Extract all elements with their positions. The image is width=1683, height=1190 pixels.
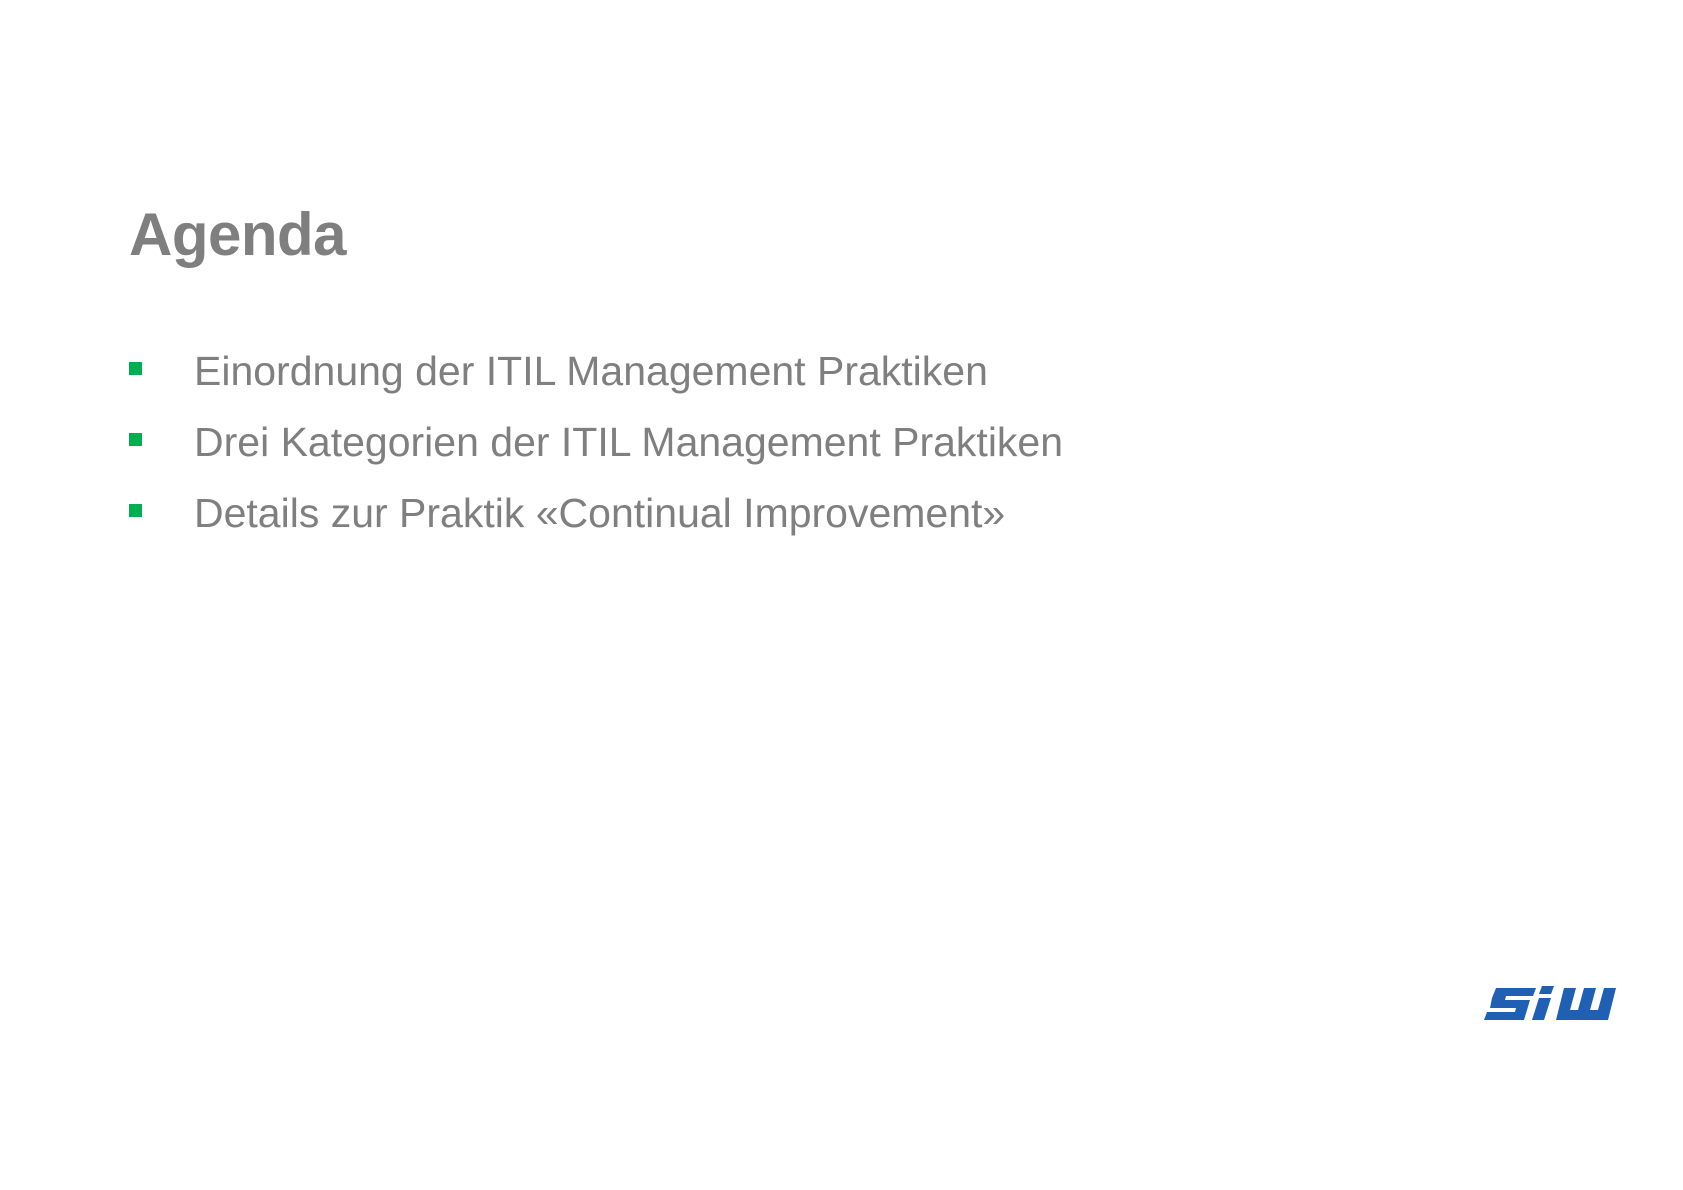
agenda-item: Drei Kategorien der ITIL Management Prak… [129,406,1063,477]
siw-logo-graphic [1484,986,1616,1020]
agenda-item: Details zur Praktik «Continual Improveme… [129,477,1063,548]
square-bullet-icon [129,504,142,517]
agenda-item-label: Details zur Praktik «Continual Improveme… [194,489,1006,536]
agenda-item-label: Einordnung der ITIL Management Praktiken [194,347,988,394]
slide-title: Agenda [129,201,347,268]
agenda-item: Einordnung der ITIL Management Praktiken [129,335,1063,406]
slide: Agenda Einordnung der ITIL Management Pr… [0,0,1683,1190]
square-bullet-icon [129,433,142,446]
agenda-list: Einordnung der ITIL Management Praktiken… [129,335,1063,548]
agenda-item-label: Drei Kategorien der ITIL Management Prak… [194,418,1064,465]
square-bullet-icon [129,362,142,375]
siw-logo [1484,980,1638,1032]
